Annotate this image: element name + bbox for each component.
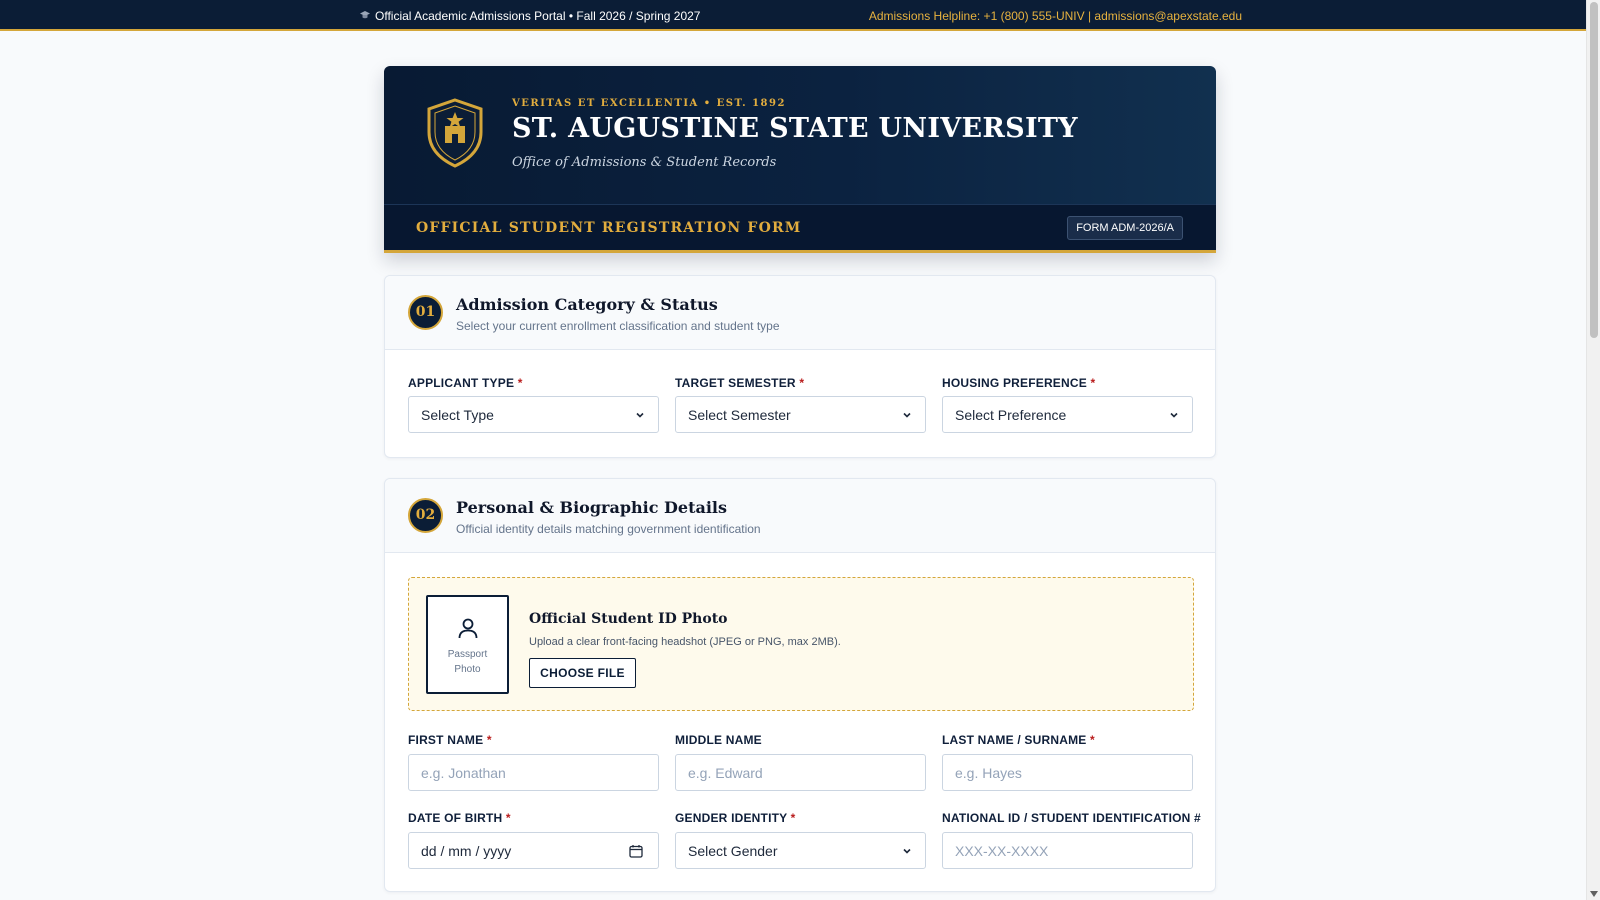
passport-placeholder-text: Passport Photo: [447, 649, 488, 675]
applicant-type-label: APPLICANT TYPE *: [408, 376, 523, 390]
section-header: 02 Personal & Biographic Details Officia…: [385, 479, 1215, 553]
housing-preference-label: HOUSING PREFERENCE *: [942, 376, 1096, 390]
national-id-input[interactable]: XXX-XX-XXXX: [942, 832, 1193, 869]
scrollbar-thumb[interactable]: [1590, 2, 1598, 338]
scroll-down-arrow-icon[interactable]: [1590, 891, 1598, 897]
person-icon: [458, 618, 477, 639]
photo-upload-hint: Upload a clear front-facing headshot (JP…: [529, 636, 841, 648]
university-header: VERITAS ET EXCELLENTIA • EST. 1892 ST. A…: [384, 66, 1216, 253]
target-semester-label: TARGET SEMESTER *: [675, 376, 805, 390]
section-subtitle: Select your current enrollment classific…: [456, 319, 780, 333]
last-name-input[interactable]: e.g. Hayes: [942, 754, 1193, 791]
first-name-input[interactable]: e.g. Jonathan: [408, 754, 659, 791]
gender-identity-select[interactable]: Select Gender: [675, 832, 926, 869]
housing-preference-select[interactable]: Select Preference: [942, 396, 1193, 433]
portal-text: Official Academic Admissions Portal • Fa…: [375, 9, 701, 23]
step-number-badge: 02: [408, 498, 443, 533]
photo-upload-title: Official Student ID Photo: [529, 611, 728, 627]
university-name: ST. AUGUSTINE STATE UNIVERSITY: [512, 113, 1078, 144]
middle-name-label: MIDDLE NAME: [675, 733, 762, 747]
form-title-bar: OFFICIAL STUDENT REGISTRATION FORM FORM …: [384, 204, 1216, 253]
form-title: OFFICIAL STUDENT REGISTRATION FORM: [416, 220, 802, 236]
chevron-down-icon: [903, 848, 911, 854]
target-semester-select[interactable]: Select Semester: [675, 396, 926, 433]
gender-identity-label: GENDER IDENTITY *: [675, 811, 796, 825]
section-title: Admission Category & Status: [456, 295, 718, 314]
section-subtitle: Official identity details matching gover…: [456, 522, 761, 536]
graduation-cap-icon: [360, 10, 370, 22]
office-name: Office of Admissions & Student Records: [512, 155, 777, 170]
choose-file-button[interactable]: CHOOSE FILE: [529, 658, 636, 688]
form-code-badge: FORM ADM-2026/A: [1067, 216, 1183, 240]
middle-name-input[interactable]: e.g. Edward: [675, 754, 926, 791]
chevron-down-icon: [1170, 412, 1178, 418]
section-header: 01 Admission Category & Status Select yo…: [385, 276, 1215, 350]
helpline-contact[interactable]: Admissions Helpline: +1 (800) 555-UNIV |…: [869, 9, 1242, 23]
page-scrollbar[interactable]: [1586, 0, 1600, 900]
section-title: Personal & Biographic Details: [456, 498, 727, 517]
step-number-badge: 01: [408, 295, 443, 330]
calendar-icon[interactable]: [629, 844, 643, 858]
section-personal-details: 02 Personal & Biographic Details Officia…: [384, 478, 1216, 892]
first-name-label: FIRST NAME *: [408, 733, 492, 747]
section-admission-category: 01 Admission Category & Status Select yo…: [384, 275, 1216, 458]
passport-photo-placeholder[interactable]: Passport Photo: [426, 595, 509, 694]
chevron-down-icon: [636, 412, 644, 418]
last-name-label: LAST NAME / SURNAME *: [942, 733, 1095, 747]
photo-upload-panel: Passport Photo Official Student ID Photo…: [408, 577, 1194, 711]
portal-info: Official Academic Admissions Portal • Fa…: [360, 9, 700, 23]
chevron-down-icon: [903, 412, 911, 418]
date-of-birth-label: DATE OF BIRTH *: [408, 811, 511, 825]
national-id-label: NATIONAL ID / STUDENT IDENTIFICATION #: [942, 811, 1201, 825]
date-of-birth-input[interactable]: dd / mm / yyyy: [408, 832, 659, 869]
applicant-type-select[interactable]: Select Type: [408, 396, 659, 433]
top-utility-bar: Official Academic Admissions Portal • Fa…: [0, 0, 1586, 31]
university-motto: VERITAS ET EXCELLENTIA • EST. 1892: [512, 98, 786, 109]
header-branding: VERITAS ET EXCELLENTIA • EST. 1892 ST. A…: [384, 66, 1216, 204]
shield-crest-icon: [427, 98, 483, 168]
